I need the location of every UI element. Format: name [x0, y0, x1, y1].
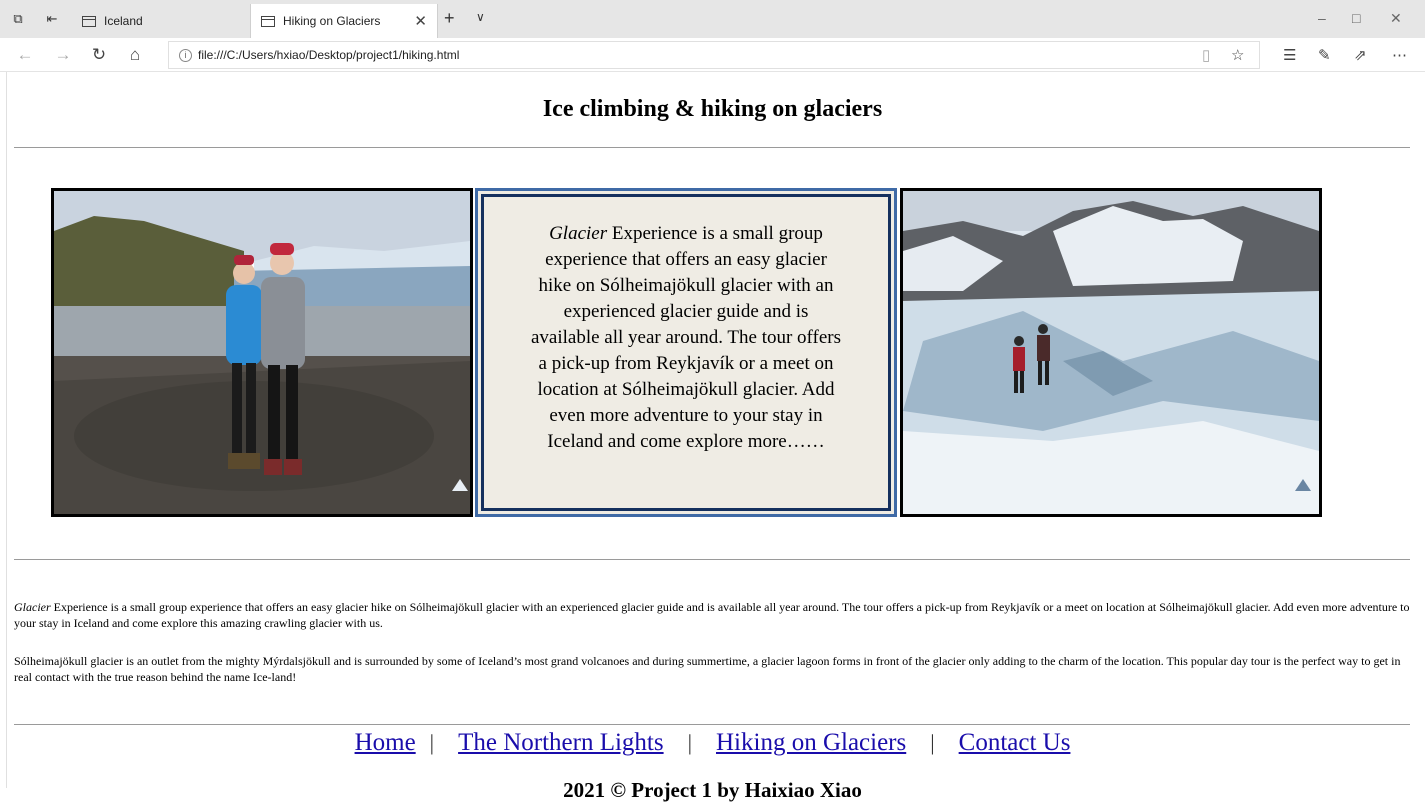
- minimize-icon[interactable]: –: [1318, 10, 1326, 26]
- window-close-icon[interactable]: ✕: [1390, 10, 1402, 27]
- glacier-photo-image: [903, 191, 1319, 514]
- tab-label: Iceland: [104, 14, 143, 28]
- intro-box: Glacier Experience is a small group expe…: [475, 188, 897, 517]
- page-icon: [261, 15, 275, 27]
- tab-bar: ⧉ ⇤ Iceland Hiking on Glaciers ✕ + ∨ – □…: [0, 0, 1425, 38]
- url-text: file:///C:/Users/hxiao/Desktop/project1/…: [198, 48, 460, 62]
- divider-top: [14, 147, 1410, 148]
- page-icon: [82, 15, 96, 27]
- set-aside-icon[interactable]: ⇤: [44, 11, 60, 27]
- maximize-icon[interactable]: □: [1352, 10, 1360, 26]
- page-edge: [6, 72, 7, 788]
- info-icon[interactable]: i: [179, 48, 192, 62]
- pen-icon[interactable]: ✎: [1318, 46, 1331, 64]
- para1-text: Experience is a small group experience t…: [14, 600, 1410, 630]
- description-paragraph-2: Sólheimajökull glacier is an outlet from…: [14, 654, 1401, 684]
- back-icon[interactable]: ←: [14, 45, 36, 65]
- nav-link-northern-lights[interactable]: The Northern Lights: [458, 729, 664, 756]
- forward-icon[interactable]: →: [52, 45, 74, 65]
- nav-link-home[interactable]: Home: [355, 729, 416, 756]
- address-bar: ← → ↻ ⌂ i file:///C:/Users/hxiao/Desktop…: [0, 38, 1425, 72]
- tab-hiking-on-glaciers[interactable]: Hiking on Glaciers ✕: [250, 4, 438, 38]
- new-tab-icon[interactable]: +: [444, 8, 455, 29]
- tab-list-icon[interactable]: ∨: [476, 10, 485, 24]
- footer-nav: Home | The Northern Lights | Hiking on Glaci…: [0, 729, 1425, 757]
- divider-middle: [14, 559, 1410, 560]
- tab-label: Hiking on Glaciers: [283, 14, 381, 28]
- para1-emphasis: Glacier: [14, 600, 51, 614]
- glacier-photo: [900, 188, 1322, 517]
- nav-link-hiking[interactable]: Hiking on Glaciers: [716, 729, 906, 756]
- description-paragraph-1: Glacier Experience is a small group expe…: [14, 599, 1416, 631]
- close-icon[interactable]: ✕: [414, 12, 427, 30]
- more-icon[interactable]: ⋯: [1392, 46, 1407, 64]
- reading-view-icon[interactable]: ▯: [1202, 46, 1210, 64]
- nav-link-contact[interactable]: Contact Us: [959, 729, 1071, 756]
- copyright-text: 2021 © Project 1 by Haixiao Xiao: [563, 778, 862, 802]
- favorites-list-icon[interactable]: ☰: [1283, 46, 1296, 64]
- intro-emphasis: Glacier: [549, 223, 608, 244]
- page-title: Ice climbing & hiking on glaciers: [542, 96, 883, 122]
- url-field[interactable]: i file:///C:/Users/hxiao/Desktop/project…: [168, 41, 1260, 69]
- nav-separator: |: [687, 730, 692, 755]
- favorite-icon[interactable]: ☆: [1231, 46, 1244, 64]
- refresh-icon[interactable]: ↻: [88, 45, 110, 65]
- tab-iceland[interactable]: Iceland: [72, 4, 250, 38]
- tab-actions-icon[interactable]: ⧉: [10, 11, 26, 27]
- intro-text: Experience is a small group experience t…: [530, 223, 842, 452]
- home-icon[interactable]: ⌂: [124, 45, 146, 65]
- web-page: Ice climbing & hiking on glaciers Glacie…: [0, 72, 1425, 802]
- nav-separator: |: [930, 730, 935, 755]
- hikers-photo-image: [54, 191, 470, 514]
- nav-separator: |: [429, 730, 435, 755]
- hikers-photo: [51, 188, 473, 517]
- share-icon[interactable]: ⇗: [1354, 46, 1367, 64]
- divider-bottom: [14, 724, 1410, 725]
